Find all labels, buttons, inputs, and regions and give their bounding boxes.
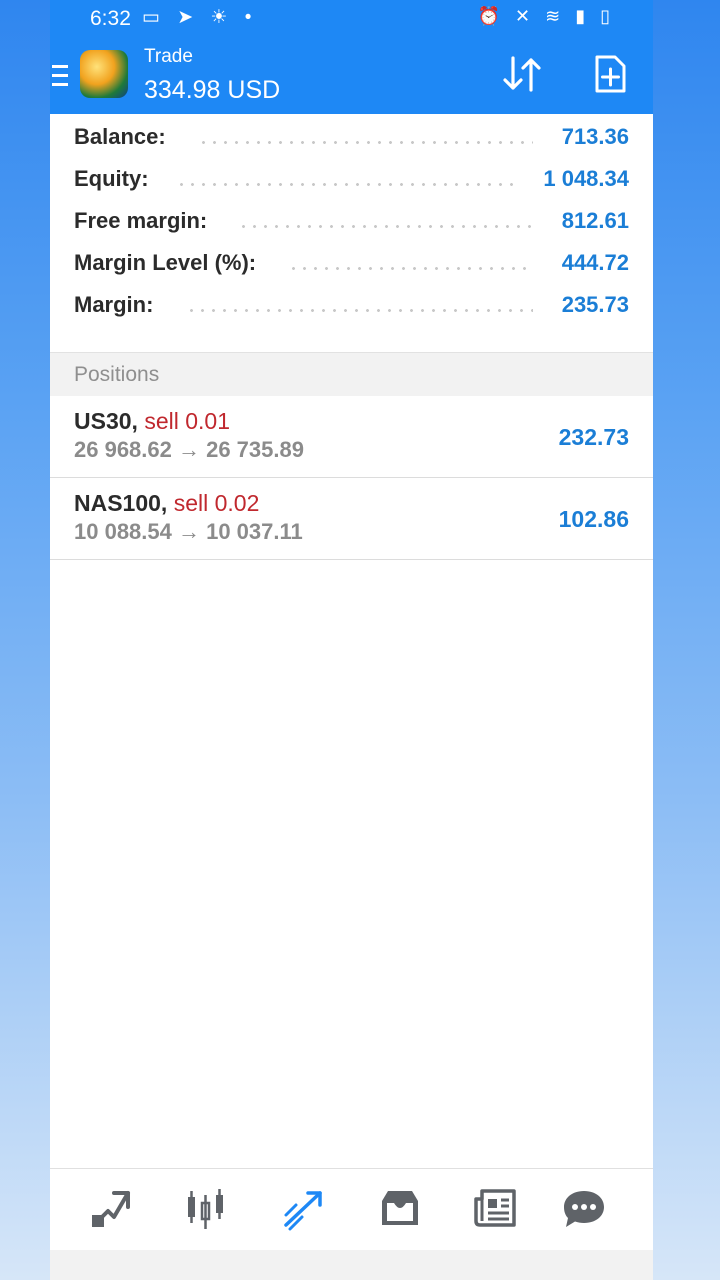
bottom-navigation xyxy=(50,1168,653,1251)
margin-value: 235.73 xyxy=(561,292,629,317)
positions-header-label: Positions xyxy=(74,363,160,386)
quotes-icon[interactable] xyxy=(86,1185,134,1233)
position-profit: 102.86 xyxy=(558,506,629,532)
position-symbol: NAS100, xyxy=(74,490,168,516)
position-side: sell 0.02 xyxy=(173,490,260,516)
position-side: sell 0.01 xyxy=(144,408,230,434)
page-title: Trade xyxy=(144,46,193,67)
dotted-leader xyxy=(238,225,533,228)
position-symbol: US30, xyxy=(74,408,138,434)
free-margin-value: 812.61 xyxy=(561,208,629,233)
position-prices: 10 088.54 → 10 037.11 xyxy=(74,519,303,544)
margin-label: Margin: xyxy=(74,292,154,317)
position-row[interactable]: US30, sell 0.01 26 968.62 → 26 735.89 23… xyxy=(50,396,653,478)
account-summary: Balance: 713.36 Equity: 1 048.34 Free ma… xyxy=(50,114,653,324)
dotted-leader xyxy=(176,183,513,186)
margin-level-row: Margin Level (%): 444.72 xyxy=(50,240,653,282)
balance-label: Balance: xyxy=(74,124,166,149)
menu-icon[interactable] xyxy=(52,65,68,87)
free-margin-row: Free margin: 812.61 xyxy=(50,198,653,240)
balance-value: 713.36 xyxy=(561,124,629,149)
equity-value: 1 048.34 xyxy=(543,166,629,191)
messages-icon[interactable] xyxy=(560,1185,608,1233)
news-icon[interactable] xyxy=(472,1185,520,1233)
dotted-leader xyxy=(198,141,533,144)
dotted-leader xyxy=(186,309,533,312)
dotted-leader xyxy=(288,267,533,270)
app-bar: Trade 334.98 USD xyxy=(50,38,653,114)
margin-level-label: Margin Level (%): xyxy=(74,250,257,275)
header-profit: 334.98 USD xyxy=(144,76,281,104)
notification-icons: ▭ ➤ ☀ • xyxy=(142,7,258,28)
status-time: 6:32 xyxy=(90,7,131,30)
app-screen: 6:32 ▭ ➤ ☀ • ⏰ ✕ ≋ ▮ ▯ Trade 334.98 USD … xyxy=(50,0,653,1280)
position-title: NAS100, sell 0.02 xyxy=(74,490,259,517)
trade-icon[interactable] xyxy=(280,1185,328,1233)
equity-row: Equity: 1 048.34 xyxy=(50,156,653,198)
positions-header: Positions xyxy=(50,352,653,397)
equity-label: Equity: xyxy=(74,166,149,191)
position-title: US30, sell 0.01 xyxy=(74,408,230,435)
position-prices: 26 968.62 → 26 735.89 xyxy=(74,437,304,462)
new-order-icon[interactable] xyxy=(593,54,627,94)
app-logo-icon xyxy=(80,50,128,98)
margin-row: Margin: 235.73 xyxy=(50,282,653,324)
charts-icon[interactable] xyxy=(182,1185,230,1233)
status-bar: 6:32 ▭ ➤ ☀ • ⏰ ✕ ≋ ▮ ▯ xyxy=(50,0,653,38)
history-icon[interactable] xyxy=(376,1185,424,1233)
balance-row: Balance: 713.36 xyxy=(50,114,653,156)
sort-icon[interactable] xyxy=(500,54,544,94)
position-profit: 232.73 xyxy=(558,424,629,450)
position-row[interactable]: NAS100, sell 0.02 10 088.54 → 10 037.11 … xyxy=(50,478,653,560)
system-navigation-bar xyxy=(50,1250,653,1280)
free-margin-label: Free margin: xyxy=(74,208,208,233)
margin-level-value: 444.72 xyxy=(561,250,629,275)
system-status-icons: ⏰ ✕ ≋ ▮ ▯ xyxy=(477,6,615,26)
